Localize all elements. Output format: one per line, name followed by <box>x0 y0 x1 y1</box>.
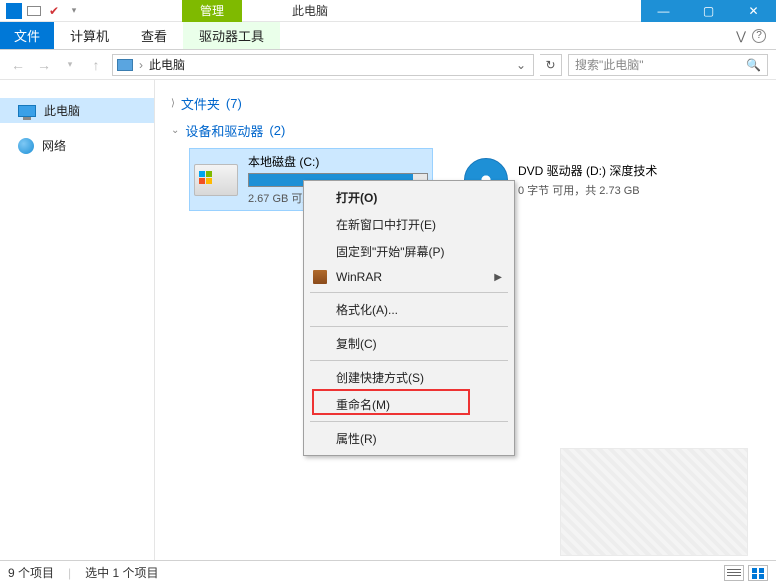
context-menu-item[interactable]: 固定到"开始"屏幕(P) <box>306 238 512 265</box>
context-menu: 打开(O) 在新窗口中打开(E) 固定到"开始"屏幕(P) WinRAR ▶ 格式化(A)… <box>303 180 515 456</box>
qat-properties-icon[interactable]: ✔ <box>46 3 62 19</box>
qat-folder-icon[interactable] <box>26 3 42 19</box>
close-button[interactable]: ✕ <box>731 0 776 22</box>
contextual-tab-label: 管理 <box>182 0 242 22</box>
navbar: ← → ▾ ↑ › 此电脑 ⌄ ↻ 搜索"此电脑" 🔍 <box>0 50 776 80</box>
qat-dropdown-icon[interactable]: ▾ <box>66 3 82 19</box>
ribbon-tab-computer[interactable]: 计算机 <box>54 22 125 49</box>
search-input[interactable]: 搜索"此电脑" 🔍 <box>568 54 768 76</box>
address-bar[interactable]: › 此电脑 ⌄ <box>112 54 534 76</box>
context-menu-item-label: 重命名(M) <box>336 396 390 413</box>
context-menu-item-label: 格式化(A)... <box>336 301 398 318</box>
view-tiles-button[interactable] <box>748 565 768 581</box>
context-menu-item[interactable]: 格式化(A)... <box>306 296 512 323</box>
context-menu-item[interactable]: 属性(R) <box>306 425 512 452</box>
context-menu-item-label: 复制(C) <box>336 335 377 352</box>
context-menu-item-label: 固定到"开始"屏幕(P) <box>336 243 445 260</box>
navigation-pane: 此电脑 网络 <box>0 80 155 560</box>
winrar-icon <box>312 269 328 285</box>
drive-name: 本地磁盘 (C:) <box>248 153 428 170</box>
navitem-this-pc[interactable]: 此电脑 <box>0 98 154 123</box>
drive-stats: 0 字节 可用，共 2.73 GB <box>518 182 698 198</box>
window-title: 此电脑 <box>292 2 328 19</box>
recent-locations-button[interactable]: ▾ <box>60 55 80 75</box>
drive-name: DVD 驱动器 (D:) 深度技术 <box>518 162 698 179</box>
context-menu-item-label: 打开(O) <box>336 189 377 206</box>
hdd-windows-icon <box>194 164 238 196</box>
chevron-right-icon: ⟩ <box>171 98 175 109</box>
context-menu-item-label: 属性(R) <box>336 430 377 447</box>
context-menu-item-label: 在新窗口中打开(E) <box>336 216 436 233</box>
this-pc-icon <box>18 105 36 117</box>
back-button[interactable]: ← <box>8 55 28 75</box>
group-devices[interactable]: ⌄ 设备和驱动器 (2) <box>171 121 760 140</box>
context-menu-item[interactable]: 复制(C) <box>306 330 512 357</box>
context-menu-separator <box>310 360 508 361</box>
chevron-down-icon: ⌄ <box>171 125 179 136</box>
watermark-image <box>560 448 748 556</box>
search-icon: 🔍 <box>746 58 761 72</box>
ribbon-file-tab[interactable]: 文件 <box>0 22 54 49</box>
navitem-label: 网络 <box>42 137 66 154</box>
context-menu-item[interactable]: 重命名(M) <box>306 391 512 418</box>
group-count: (2) <box>269 123 285 138</box>
context-menu-item[interactable]: WinRAR ▶ <box>306 265 512 289</box>
status-bar: 9 个项目 | 选中 1 个项目 <box>0 560 776 584</box>
group-folders[interactable]: ⟩ 文件夹 (7) <box>171 94 760 113</box>
address-dropdown-icon[interactable]: ⌄ <box>513 58 529 72</box>
navitem-label: 此电脑 <box>44 102 80 119</box>
this-pc-icon <box>117 59 133 71</box>
context-menu-item-label: 创建快捷方式(S) <box>336 369 424 386</box>
context-menu-item[interactable]: 在新窗口中打开(E) <box>306 211 512 238</box>
status-item-count: 9 个项目 <box>8 564 54 581</box>
minimize-button[interactable]: ― <box>641 0 686 22</box>
app-icon <box>6 3 22 19</box>
context-menu-separator <box>310 421 508 422</box>
group-label: 文件夹 <box>181 94 220 113</box>
context-menu-item[interactable]: 打开(O) <box>306 184 512 211</box>
forward-button[interactable]: → <box>34 55 54 75</box>
submenu-arrow-icon: ▶ <box>494 272 502 283</box>
context-menu-item-label: WinRAR <box>336 270 382 284</box>
search-placeholder: 搜索"此电脑" <box>575 56 644 73</box>
context-menu-item[interactable]: 创建快捷方式(S) <box>306 364 512 391</box>
view-details-button[interactable] <box>724 565 744 581</box>
refresh-button[interactable]: ↻ <box>540 54 562 76</box>
titlebar: ✔ ▾ 管理 此电脑 ― ▢ ✕ <box>0 0 776 22</box>
ribbon: 文件 计算机 查看 驱动器工具 ⋁ ? <box>0 22 776 50</box>
breadcrumb-separator: › <box>139 58 143 72</box>
status-selection: 选中 1 个项目 <box>85 564 158 581</box>
ribbon-expand-button[interactable]: ⋁ ? <box>726 22 776 49</box>
group-count: (7) <box>226 96 242 111</box>
ribbon-tab-drive-tools[interactable]: 驱动器工具 <box>183 22 280 49</box>
maximize-button[interactable]: ▢ <box>686 0 731 22</box>
group-label: 设备和驱动器 <box>185 121 263 140</box>
context-menu-separator <box>310 326 508 327</box>
context-menu-separator <box>310 292 508 293</box>
breadcrumb-location[interactable]: 此电脑 <box>149 56 185 73</box>
network-icon <box>18 138 34 154</box>
ribbon-tab-view[interactable]: 查看 <box>125 22 183 49</box>
up-button[interactable]: ↑ <box>86 55 106 75</box>
navitem-network[interactable]: 网络 <box>0 133 154 158</box>
